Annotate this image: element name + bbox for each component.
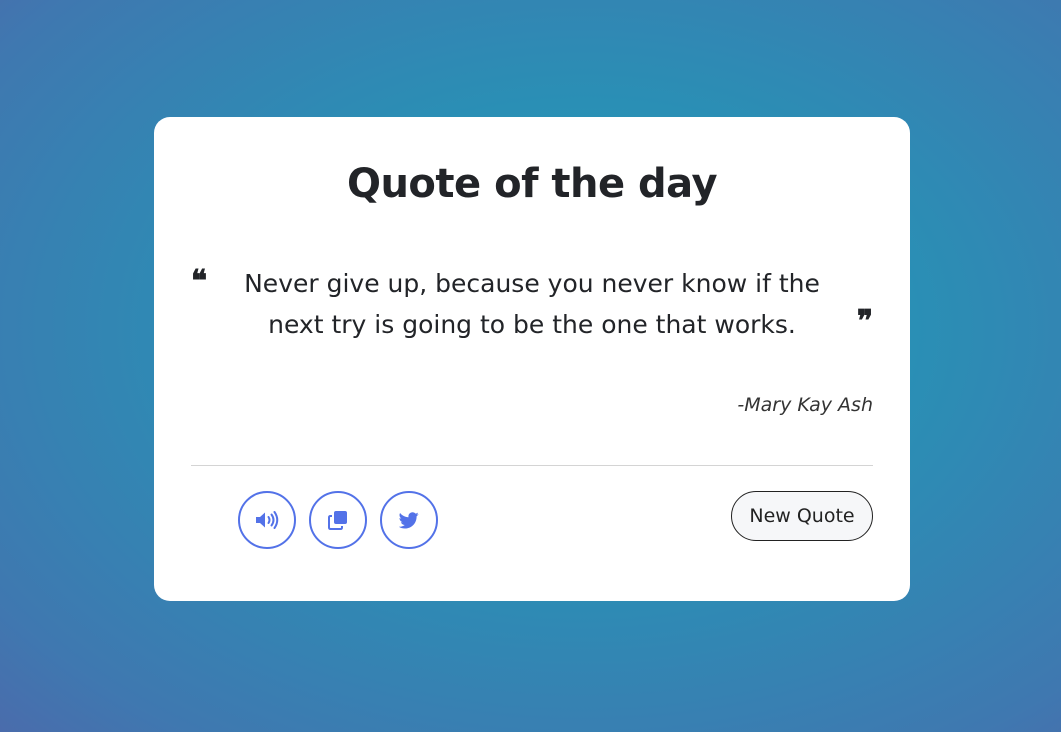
quote-card: Quote of the day ❝ Never give up, becaus… bbox=[154, 117, 910, 601]
copy-button[interactable] bbox=[309, 491, 367, 549]
open-quote-icon: ❝ bbox=[191, 264, 208, 299]
tweet-button[interactable] bbox=[380, 491, 438, 549]
speak-button[interactable] bbox=[238, 491, 296, 549]
page-title: Quote of the day bbox=[346, 161, 718, 207]
quote-area: ❝ Never give up, because you never know … bbox=[191, 263, 873, 353]
quote-text: Never give up, because you never know if… bbox=[244, 269, 820, 339]
close-quote-icon: ❞ bbox=[856, 304, 873, 339]
quote-author: -Mary Kay Ash bbox=[737, 394, 873, 416]
volume-icon bbox=[256, 511, 279, 529]
divider bbox=[191, 465, 873, 466]
copy-icon bbox=[328, 511, 347, 530]
twitter-icon bbox=[399, 511, 419, 528]
new-quote-button[interactable]: New Quote bbox=[731, 491, 873, 541]
